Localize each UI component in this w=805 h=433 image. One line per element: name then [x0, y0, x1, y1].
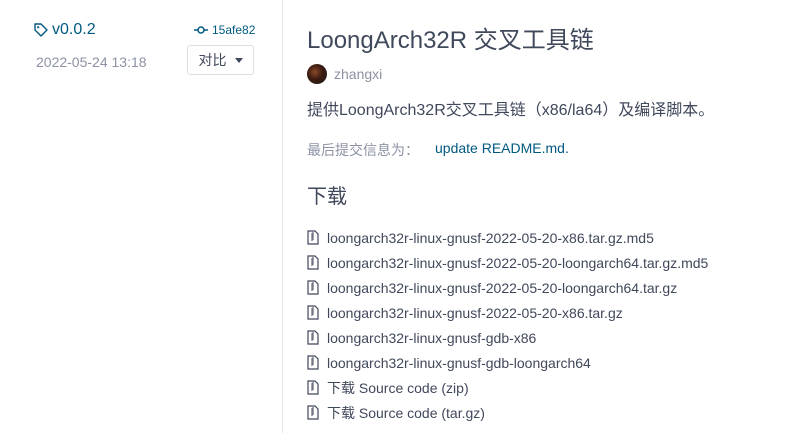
last-commit-label: 最后提交信息为： — [307, 142, 419, 158]
download-item[interactable]: loongarch32r-linux-gnusf-2022-05-20-loon… — [307, 250, 708, 275]
avatar[interactable] — [307, 64, 327, 84]
release-author[interactable]: zhangxi — [307, 64, 382, 84]
download-item[interactable]: 下载 Source code (zip) — [307, 375, 708, 400]
release-tag-link[interactable]: v0.0.2 — [34, 21, 96, 39]
download-item[interactable]: loongarch32r-linux-gnusf-2022-05-20-x86.… — [307, 300, 708, 325]
download-file-name[interactable]: loongarch32r-linux-gnusf-2022-05-20-x86.… — [327, 305, 623, 321]
download-file-name[interactable]: loongarch32r-linux-gnusf-2022-05-20-loon… — [327, 280, 677, 296]
tag-icon — [34, 23, 48, 37]
zip-file-icon — [307, 304, 321, 321]
release-sidebar: v0.0.2 2022-05-24 13:18 15afe82 对比 — [0, 0, 282, 433]
download-file-name[interactable]: loongarch32r-linux-gnusf-2022-05-20-x86.… — [327, 230, 654, 246]
release-title: LoongArch32R 交叉工具链 — [307, 27, 594, 54]
last-commit-info: 最后提交信息为： update README.md. — [307, 140, 569, 160]
commit-hash-label: 15afe82 — [212, 23, 256, 37]
zip-file-icon — [307, 329, 321, 346]
author-name[interactable]: zhangxi — [334, 66, 382, 82]
download-list: loongarch32r-linux-gnusf-2022-05-20-x86.… — [307, 225, 708, 425]
caret-down-icon — [234, 57, 243, 63]
download-item[interactable]: loongarch32r-linux-gnusf-gdb-loongarch64 — [307, 350, 708, 375]
download-item[interactable]: 下载 Source code (tar.gz) — [307, 400, 708, 425]
download-item[interactable]: loongarch32r-linux-gnusf-gdb-x86 — [307, 325, 708, 350]
compare-label: 对比 — [198, 52, 227, 68]
downloads-heading: 下载 — [307, 186, 347, 208]
download-file-name[interactable]: 下载 Source code (zip) — [327, 378, 469, 398]
download-file-name[interactable]: 下载 Source code (tar.gz) — [327, 403, 485, 423]
zip-file-icon — [307, 229, 321, 246]
download-file-name[interactable]: loongarch32r-linux-gnusf-gdb-x86 — [327, 330, 536, 346]
zip-file-icon — [307, 254, 321, 271]
download-file-name[interactable]: loongarch32r-linux-gnusf-gdb-loongarch64 — [327, 355, 591, 371]
zip-file-icon — [307, 279, 321, 296]
commit-icon — [194, 26, 208, 34]
release-tag-label: v0.0.2 — [52, 21, 96, 38]
download-file-name[interactable]: loongarch32r-linux-gnusf-2022-05-20-loon… — [327, 255, 708, 271]
zip-file-icon — [307, 379, 321, 396]
release-date: 2022-05-24 13:18 — [36, 54, 147, 70]
download-item[interactable]: loongarch32r-linux-gnusf-2022-05-20-loon… — [307, 275, 708, 300]
commit-hash-link[interactable]: 15afe82 — [194, 23, 255, 37]
download-item[interactable]: loongarch32r-linux-gnusf-2022-05-20-x86.… — [307, 225, 708, 250]
release-description: 提供LoongArch32R交叉工具链（x86/la64）及编译脚本。 — [307, 102, 715, 119]
zip-file-icon — [307, 404, 321, 421]
zip-file-icon — [307, 354, 321, 371]
last-commit-link[interactable]: update README.md. — [435, 140, 569, 160]
compare-dropdown-button[interactable]: 对比 — [187, 45, 254, 75]
column-divider — [282, 0, 283, 433]
